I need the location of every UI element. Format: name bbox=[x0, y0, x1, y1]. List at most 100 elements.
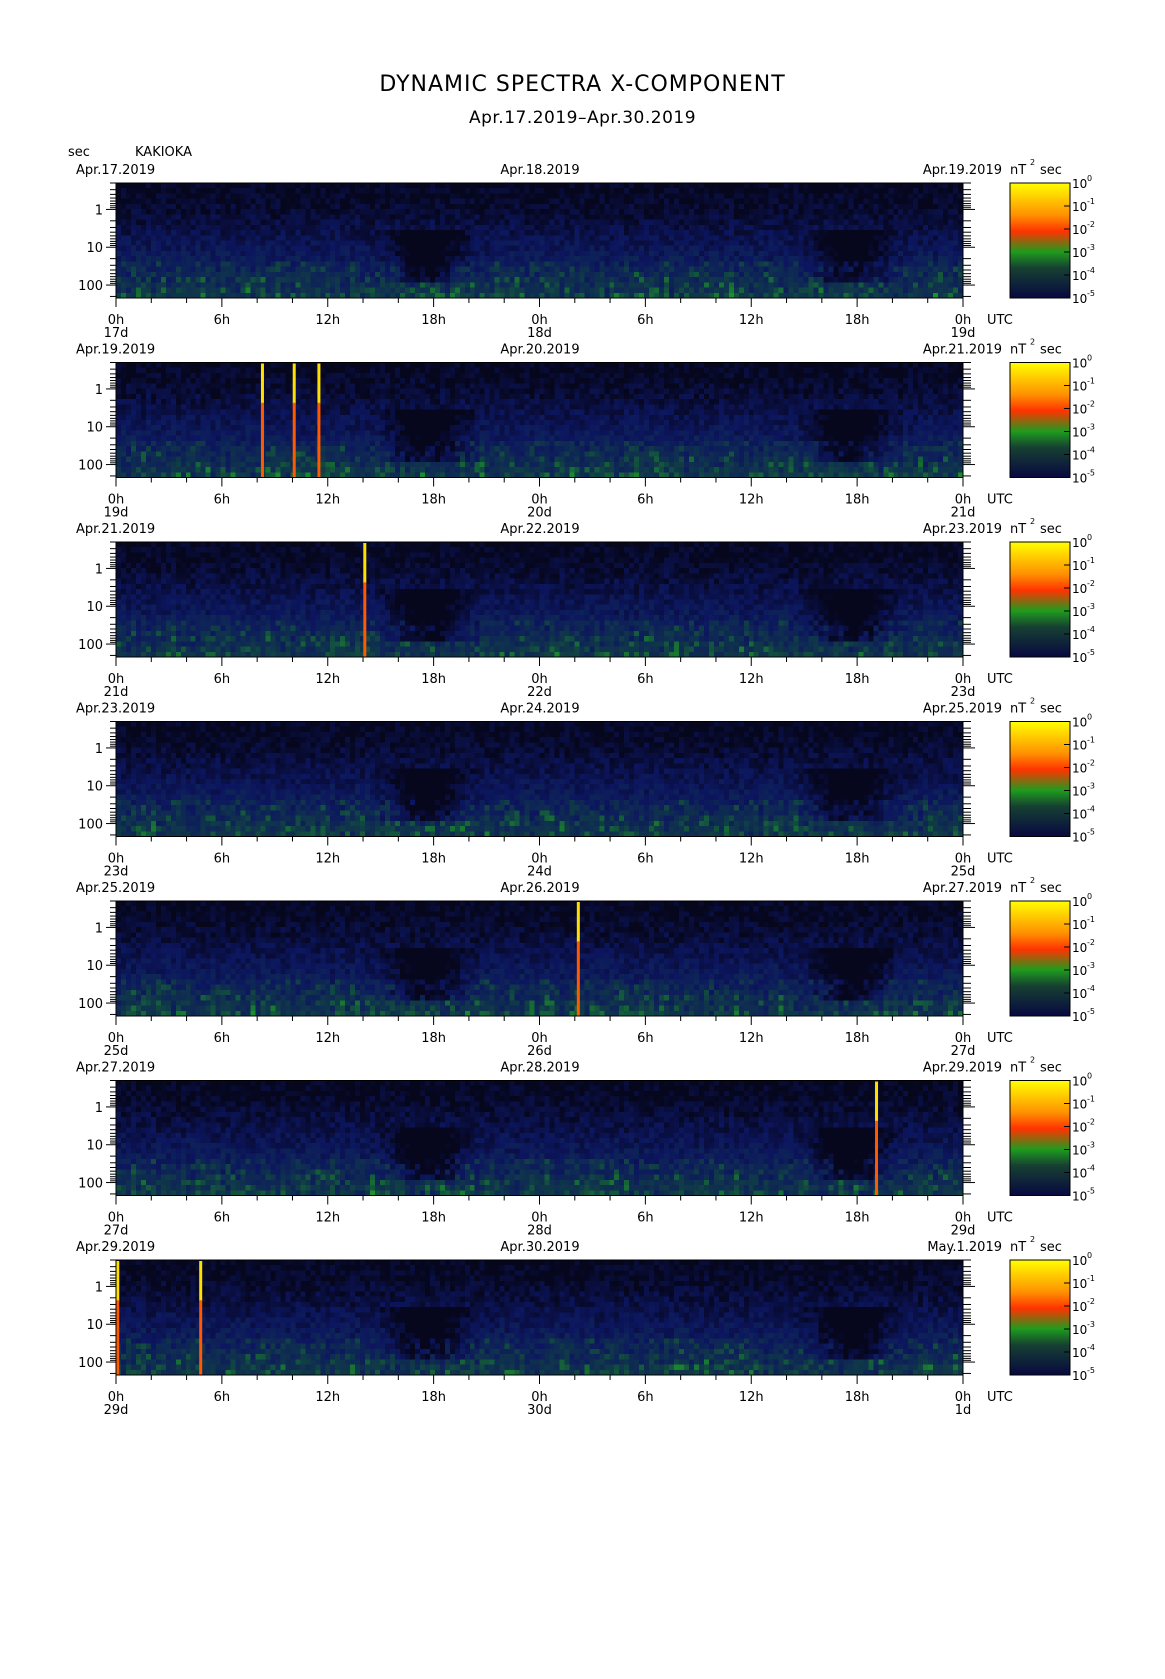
heatmap bbox=[116, 1080, 964, 1197]
colorbar-tick-base: 10 bbox=[1072, 472, 1087, 486]
colorbar-unit-exponent: 2 bbox=[1030, 1056, 1035, 1065]
day-label: 27d bbox=[951, 1044, 976, 1059]
day-label: 19d bbox=[104, 506, 129, 521]
colorbar-tick-exponent: 0 bbox=[1087, 533, 1092, 542]
colorbar-tick-exponent: -3 bbox=[1087, 782, 1095, 791]
x-axis-unit: UTC bbox=[987, 1031, 1013, 1046]
colorbar-unit-suffix: sec bbox=[1040, 1240, 1062, 1255]
x-tick-label: 6h bbox=[637, 672, 654, 687]
event-spike bbox=[199, 1261, 203, 1302]
x-tick-label: 18h bbox=[845, 1031, 870, 1046]
x-tick-label: 18h bbox=[421, 1390, 446, 1405]
day-label: 21d bbox=[951, 506, 976, 521]
colorbar-tick-exponent: -4 bbox=[1087, 266, 1095, 275]
x-tick-label: 6h bbox=[214, 1031, 231, 1046]
colorbar-unit-exponent: 2 bbox=[1030, 158, 1035, 167]
x-tick-label: 6h bbox=[637, 1031, 654, 1046]
x-tick-label: 12h bbox=[739, 672, 764, 687]
day-label: 21d bbox=[104, 685, 129, 700]
colorbar-tick-exponent: -2 bbox=[1087, 1118, 1095, 1127]
colorbar-tick-exponent: -5 bbox=[1087, 648, 1095, 657]
colorbar-tick-exponent: -4 bbox=[1087, 984, 1095, 993]
event-spike bbox=[317, 402, 321, 478]
day-label: 29d bbox=[951, 1224, 976, 1239]
event-spike bbox=[363, 582, 367, 657]
colorbar-tick-exponent: -1 bbox=[1087, 1095, 1095, 1104]
x-tick-label: 18h bbox=[845, 1211, 870, 1226]
x-tick-label: 6h bbox=[637, 1390, 654, 1405]
colorbar-tick-base: 10 bbox=[1072, 628, 1087, 642]
x-tick-label: 12h bbox=[739, 1390, 764, 1405]
colorbar-tick-base: 10 bbox=[1072, 1121, 1087, 1135]
colorbar-tick-base: 10 bbox=[1072, 739, 1087, 753]
y-tick-label: 10 bbox=[86, 241, 103, 256]
colorbar-tick-base: 10 bbox=[1072, 605, 1087, 619]
colorbar-tick-base: 10 bbox=[1072, 1369, 1087, 1383]
colorbar-tick-exponent: -5 bbox=[1087, 1366, 1095, 1375]
colorbar-tick-base: 10 bbox=[1072, 831, 1087, 845]
event-spike bbox=[260, 363, 264, 404]
panel-start-date: Apr.17.2019 bbox=[76, 163, 155, 178]
colorbar-tick-exponent: -5 bbox=[1087, 469, 1095, 478]
colorbar-tick-exponent: -1 bbox=[1087, 556, 1095, 565]
x-tick-label: 18h bbox=[845, 493, 870, 508]
panel-end-date: Apr.19.2019 bbox=[923, 163, 1002, 178]
colorbar-unit-suffix: sec bbox=[1040, 343, 1062, 358]
heatmap bbox=[116, 1260, 964, 1376]
day-label: 20d bbox=[527, 506, 552, 521]
y-tick-label: 100 bbox=[78, 1177, 103, 1192]
x-tick-label: 6h bbox=[214, 313, 231, 328]
colorbar-tick-exponent: 0 bbox=[1087, 1072, 1092, 1081]
colorbar-unit-exponent: 2 bbox=[1030, 697, 1035, 706]
x-tick-label: 6h bbox=[214, 672, 231, 687]
y-tick-label: 1 bbox=[95, 203, 103, 218]
colorbar-tick-exponent: -1 bbox=[1087, 736, 1095, 745]
event-spike bbox=[875, 1081, 879, 1122]
y-tick-label: 10 bbox=[86, 959, 103, 974]
x-tick-label: 12h bbox=[739, 1211, 764, 1226]
colorbar-tick-exponent: -2 bbox=[1087, 1297, 1095, 1306]
colorbar-tick-exponent: -1 bbox=[1087, 197, 1095, 206]
colorbar-tick-exponent: -4 bbox=[1087, 805, 1095, 814]
panel-start-date: Apr.19.2019 bbox=[76, 343, 155, 358]
panel-end-date: Apr.29.2019 bbox=[923, 1061, 1002, 1076]
y-tick-label: 10 bbox=[86, 421, 103, 436]
colorbar-unit-exponent: 2 bbox=[1030, 876, 1035, 885]
x-tick-label: 18h bbox=[421, 493, 446, 508]
colorbar-tick-exponent: -4 bbox=[1087, 1164, 1095, 1173]
x-tick-label: 6h bbox=[637, 1211, 654, 1226]
colorbar-unit: nT bbox=[1010, 522, 1026, 537]
x-tick-label: 18h bbox=[845, 852, 870, 867]
panel-mid-date: Apr.28.2019 bbox=[500, 1061, 579, 1076]
panel-mid-date: Apr.18.2019 bbox=[500, 163, 579, 178]
page: DYNAMIC SPECTRA X-COMPONENT Apr.17.2019–… bbox=[0, 0, 1165, 1679]
x-tick-label: 12h bbox=[739, 852, 764, 867]
spectra-panel-7: Apr.29.2019 Apr.30.2019 May.1.20191101000h… bbox=[76, 1235, 1095, 1418]
day-label: 29d bbox=[104, 1403, 129, 1418]
colorbar-tick-base: 10 bbox=[1072, 223, 1087, 237]
colorbar-unit: nT bbox=[1010, 343, 1026, 358]
x-tick-label: 12h bbox=[739, 493, 764, 508]
day-label: 30d bbox=[527, 1403, 552, 1418]
spectra-chart: Apr.17.2019 Apr.18.2019 Apr.19.20191101000… bbox=[76, 158, 1095, 1418]
colorbar-tick-exponent: -5 bbox=[1087, 1007, 1095, 1016]
colorbar-tick-exponent: -4 bbox=[1087, 446, 1095, 455]
y-tick-label: 10 bbox=[86, 1139, 103, 1154]
day-label: 27d bbox=[104, 1224, 129, 1239]
colorbar-tick-base: 10 bbox=[1072, 1144, 1087, 1158]
panel-start-date: Apr.29.2019 bbox=[76, 1240, 155, 1255]
colorbar-tick-base: 10 bbox=[1072, 357, 1087, 371]
colorbar-tick-base: 10 bbox=[1072, 1098, 1087, 1112]
colorbar-tick-base: 10 bbox=[1072, 1167, 1087, 1181]
x-axis-unit: UTC bbox=[987, 1390, 1013, 1405]
colorbar-tick-base: 10 bbox=[1072, 1277, 1087, 1291]
colorbar-tick-exponent: -3 bbox=[1087, 1320, 1095, 1329]
colorbar-tick-base: 10 bbox=[1072, 1190, 1087, 1204]
y-tick-label: 100 bbox=[78, 818, 103, 833]
day-label: 23d bbox=[104, 865, 129, 880]
colorbar-tick-exponent: -2 bbox=[1087, 938, 1095, 947]
colorbar-tick-base: 10 bbox=[1072, 651, 1087, 665]
day-label: 1d bbox=[955, 1403, 972, 1418]
event-spike bbox=[875, 1120, 879, 1196]
colorbar-unit-suffix: sec bbox=[1040, 522, 1062, 537]
